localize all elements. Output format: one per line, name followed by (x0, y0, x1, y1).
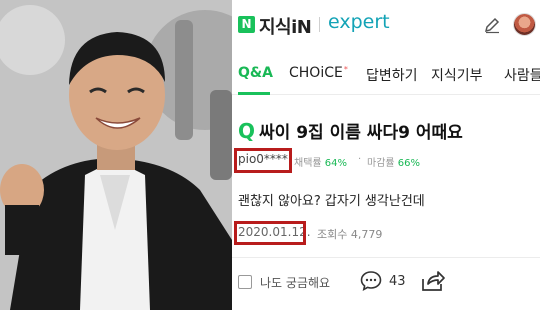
tab-answer[interactable]: 답변하기 (366, 65, 418, 85)
kin-question-page: N 지식iN expert Q&A CHOiCE* 답변하기 지식기부 사람들 … (232, 0, 540, 310)
tab-choice[interactable]: CHOiCE* (289, 65, 348, 81)
selection-rate-value: 64% (324, 158, 348, 169)
view-count-value: 4,779 (350, 228, 383, 241)
checkbox-icon (238, 275, 252, 289)
logo-divider (319, 17, 320, 32)
comment-icon[interactable] (359, 269, 383, 293)
expert-logo-text[interactable]: expert (328, 11, 390, 33)
action-divider (232, 257, 540, 258)
user-id-highlight (234, 148, 292, 173)
date-highlight (234, 221, 306, 245)
stat-separator: · (358, 154, 362, 165)
pencil-icon[interactable] (483, 16, 501, 34)
question-mark-icon: Q (238, 119, 256, 143)
action-bar: 나도 궁금해요 43 (232, 265, 540, 299)
profile-avatar[interactable] (513, 13, 536, 36)
deadline-rate-label: 마감률 (367, 158, 395, 169)
kin-logo-text[interactable]: 지식iN (259, 13, 312, 39)
selection-rate: 채택률 64% (294, 154, 347, 169)
view-count: 조회수 4,779 (317, 226, 382, 242)
tab-qna[interactable]: Q&A (238, 65, 273, 81)
me-too-curious-label: 나도 궁금해요 (260, 276, 331, 290)
artist-photo-illustration (0, 0, 232, 310)
tab-people[interactable]: 사람들 (504, 65, 540, 85)
nav-tabs: Q&A CHOiCE* 답변하기 지식기부 사람들 (232, 55, 540, 95)
tab-donate[interactable]: 지식기부 (431, 65, 483, 85)
tab-choice-label: CHOiCE (289, 65, 343, 81)
tab-choice-badge: * (343, 65, 348, 74)
comment-count: 43 (389, 274, 406, 289)
selection-rate-label: 채택률 (294, 158, 322, 169)
share-icon[interactable] (420, 269, 446, 293)
question-body: 괜찮지 않아요? 갑자기 생각난건데 (238, 194, 425, 209)
artist-photo (0, 0, 232, 310)
top-bar: N 지식iN expert (232, 0, 540, 50)
deadline-rate-value: 66% (397, 158, 421, 169)
question-title: Q 싸이 9집 이름 싸다9 어때요 (238, 118, 538, 143)
view-count-label: 조회수 (317, 228, 348, 241)
deadline-rate: 마감률 66% (367, 154, 420, 169)
question-title-text: 싸이 9집 이름 싸다9 어때요 (259, 123, 463, 143)
naver-logo-icon[interactable]: N (238, 16, 255, 33)
active-tab-indicator (238, 92, 270, 95)
